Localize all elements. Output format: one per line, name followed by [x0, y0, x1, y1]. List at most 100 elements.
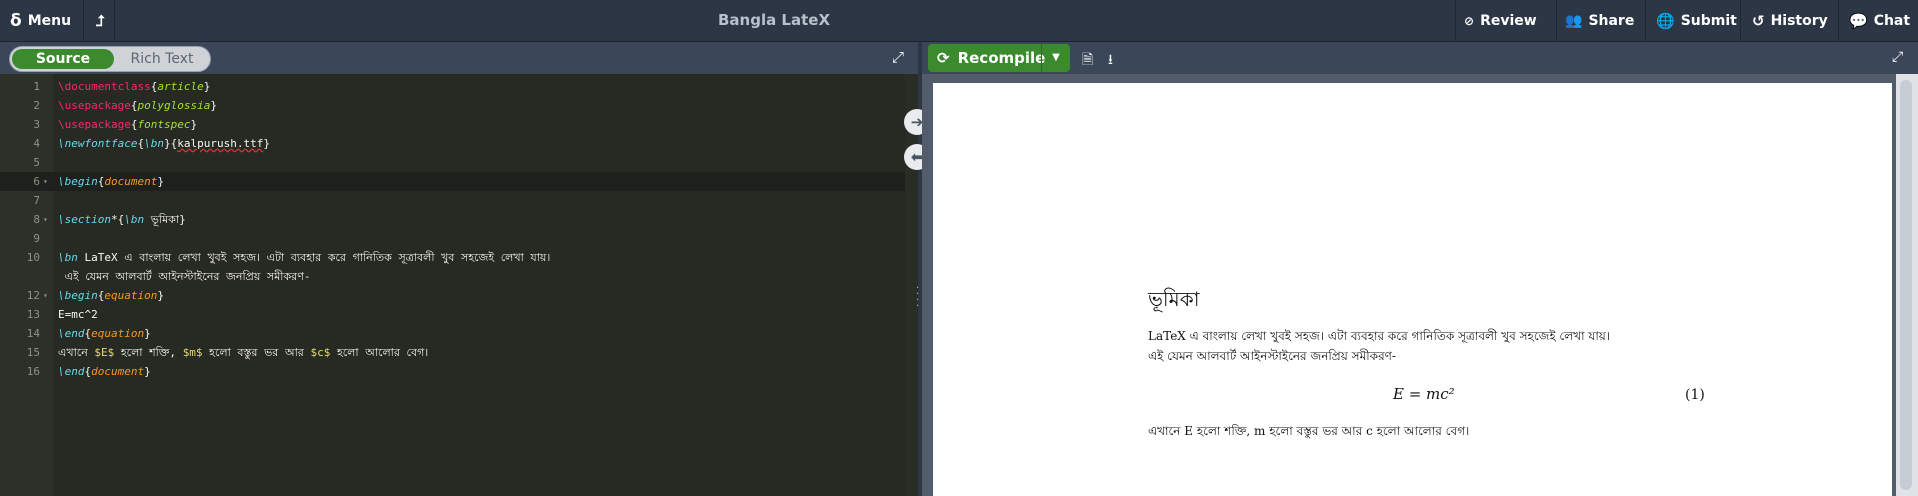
- fold-caret-icon[interactable]: ▾: [43, 172, 48, 191]
- line-number: 1: [33, 80, 40, 93]
- code-token: \begin: [58, 289, 98, 302]
- code-line[interactable]: 9: [0, 229, 905, 248]
- share-label: Share: [1588, 12, 1635, 29]
- chat-icon: 💬: [1849, 11, 1868, 30]
- code-line[interactable]: 12 ▾ \begin{equation}: [0, 286, 905, 305]
- recompile-label: Recompile: [957, 49, 1046, 67]
- fold-caret-icon[interactable]: ▾: [43, 210, 48, 229]
- code-token: }: [190, 118, 198, 131]
- submit-label: Submit: [1680, 12, 1737, 29]
- code-token: }: [157, 175, 164, 188]
- code-line[interactable]: 1 \documentclass{article}: [0, 77, 905, 96]
- code-line[interactable]: 14 \end{equation}: [0, 324, 905, 343]
- code-token: $c$: [310, 346, 331, 359]
- chat-label: Chat: [1873, 12, 1911, 29]
- code-token: document: [104, 175, 158, 188]
- code-token: polyglossia: [137, 99, 211, 112]
- code-token: \bn: [58, 251, 78, 264]
- code-line[interactable]: 6 ▾ \begin{document}: [0, 172, 905, 191]
- code-token: এখানে: [58, 346, 95, 359]
- expand-preview-icon[interactable]: ⤢: [1892, 49, 1903, 65]
- globe-icon: 🌐: [1656, 11, 1675, 30]
- code-token: }: [144, 365, 151, 378]
- code-token: \bn: [124, 213, 145, 226]
- code-line[interactable]: 4 \newfontface{\bn}{kalpurush.ttf}: [0, 134, 905, 153]
- code-line[interactable]: 10 \bn LaTeX এ বাংলায় লেখা খুবই সহজ। এটা…: [0, 248, 905, 267]
- code-token: \usepackage: [58, 118, 131, 131]
- code-token: }: [203, 80, 211, 93]
- line-number: 9: [33, 232, 40, 245]
- submit-button[interactable]: 🌐 Submit: [1656, 0, 1737, 41]
- preview-scroll-thumb[interactable]: [1900, 80, 1912, 490]
- line-code: E=mc^2: [58, 305, 98, 324]
- section-heading: ভূমিকা: [1148, 287, 1200, 311]
- preview-scrollbar[interactable]: [1896, 74, 1918, 496]
- pdf-preview: ভূমিকা LaTeX এ বাংলায় লেখা খুবই সহজ। এট…: [922, 74, 1918, 496]
- code-token: kalpurush.ttf: [177, 137, 264, 150]
- code-token: LaTeX এ বাংলায় লেখা খুবই সহজ। এটা ব্যবহ…: [77, 251, 551, 264]
- code-token: \section: [58, 213, 111, 226]
- code-token: \end: [58, 365, 85, 378]
- paragraph-line-3: এখানে E হলো শক্তি, m হলো বস্তুর ভর আর c …: [1148, 424, 1470, 438]
- expand-editor-icon[interactable]: ⤢: [892, 48, 904, 66]
- line-code: \begin{document}: [58, 172, 164, 191]
- code-token: }: [144, 327, 151, 340]
- code-line[interactable]: 7: [0, 191, 905, 210]
- code-token: $m$: [182, 346, 203, 359]
- line-number: 5: [33, 156, 40, 169]
- code-token: হলো বস্তুর ভর আর: [202, 346, 311, 359]
- code-line[interactable]: 5: [0, 153, 905, 172]
- view-logs-icon[interactable]: 🗎: [1082, 49, 1093, 73]
- code-line[interactable]: 2 \usepackage{polyglossia}: [0, 96, 905, 115]
- history-icon: ↺: [1752, 11, 1765, 30]
- equation-number: (1): [1685, 387, 1705, 403]
- preview-toolbar: ⟳ Recompile ▼ 🗎 ⭳ ⤢: [922, 42, 1918, 74]
- rich-text-mode-button[interactable]: Rich Text: [114, 47, 210, 71]
- share-button[interactable]: 👥 Share: [1565, 0, 1634, 41]
- code-token: document: [91, 365, 145, 378]
- refresh-icon: ⟳: [937, 49, 950, 67]
- line-code: \documentclass{article}: [58, 77, 210, 96]
- code-line[interactable]: এই যেমন আলবার্ট আইনস্টাইনের জনপ্রিয় সমী…: [0, 267, 905, 286]
- paragraph-line-1: LaTeX এ বাংলায় লেখা খুবই সহজ। এটা ব্যবহ…: [1148, 329, 1611, 343]
- code-token: \bn: [144, 137, 164, 150]
- editor-toolbar: Source Rich Text ⤢: [0, 42, 918, 74]
- line-code: \section*{\bn ভূমিকা}: [58, 210, 186, 229]
- code-token: এই যেমন আলবার্ট আইনস্টাইনের জনপ্রিয় সমী…: [58, 270, 311, 283]
- line-code: \end{document}: [58, 362, 151, 381]
- editor-mode-toggle[interactable]: Source Rich Text: [9, 46, 211, 72]
- top-bar: ẟ Menu ⮥ Bangla LateX ⊘ Review 👥 Share 🌐…: [0, 0, 1918, 42]
- recompile-button[interactable]: ⟳ Recompile ▼: [928, 44, 1070, 72]
- code-line[interactable]: 16 \end{document}: [0, 362, 905, 381]
- code-token: হলো শক্তি,: [114, 346, 183, 359]
- source-mode-button[interactable]: Source: [12, 49, 114, 69]
- recompile-options-caret-icon[interactable]: ▼: [1041, 44, 1070, 72]
- line-code: \end{equation}: [58, 324, 151, 343]
- equation: E = mc²: [1393, 385, 1455, 403]
- divider-grip-icon[interactable]: · · · ·: [916, 284, 919, 312]
- code-token: $E$: [94, 346, 115, 359]
- code-line[interactable]: 8 ▾ \section*{\bn ভূমিকা}: [0, 210, 905, 229]
- line-number: 3: [33, 118, 40, 131]
- chat-button[interactable]: 💬 Chat: [1849, 0, 1910, 41]
- code-token: \documentclass: [58, 80, 151, 93]
- code-line[interactable]: 3 \usepackage{fontspec}: [0, 115, 905, 134]
- fold-caret-icon[interactable]: ▾: [43, 286, 48, 305]
- code-token: \newfontface: [58, 137, 138, 150]
- code-line[interactable]: 15 এখানে $E$ হলো শক্তি, $m$ হলো বস্তুর ভর…: [0, 343, 905, 362]
- line-code: \usepackage{fontspec}: [58, 115, 197, 134]
- review-button[interactable]: ⊘ Review: [1464, 0, 1537, 41]
- code-token: equation: [104, 289, 158, 302]
- project-title[interactable]: Bangla LateX: [0, 0, 1548, 41]
- paragraph-line-2: এই যেমন আলবার্ট আইনস্টাইনের জনপ্রিয় সমী…: [1148, 349, 1396, 363]
- users-icon: 👥: [1565, 12, 1583, 29]
- code-token: \usepackage: [58, 99, 131, 112]
- code-editor[interactable]: 1 \documentclass{article} 2 \usepackage{pol…: [0, 74, 918, 496]
- code-line[interactable]: 13 E=mc^2: [0, 305, 905, 324]
- history-button[interactable]: ↺ History: [1752, 0, 1828, 41]
- code-token: E=mc^2: [58, 308, 98, 321]
- download-pdf-icon[interactable]: ⭳: [1108, 49, 1113, 73]
- code-token: \end: [58, 327, 85, 340]
- code-token: }: [263, 137, 270, 150]
- line-number: 10: [26, 251, 40, 264]
